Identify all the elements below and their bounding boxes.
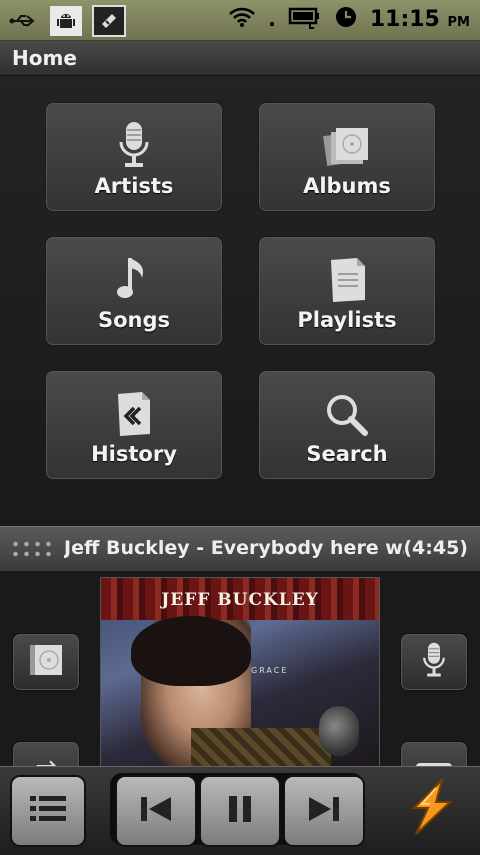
page-title: Home <box>12 46 77 70</box>
album-art-hair <box>131 616 251 686</box>
album-stack-icon <box>322 116 372 170</box>
tile-label: Albums <box>303 174 391 198</box>
repeat-icon: ⇄ <box>35 755 57 766</box>
music-note-icon <box>114 250 154 304</box>
drag-handle-icon[interactable] <box>10 539 54 559</box>
album-art-microphone <box>319 706 359 756</box>
next-icon <box>306 794 342 828</box>
history-rewind-icon <box>112 384 156 438</box>
now-playing-bar[interactable]: Jeff Buckley - Everybody here w... (4:45… <box>0 526 480 572</box>
album-art-album-text: GRACE <box>251 666 289 675</box>
album-art-artist-text: JEFF BUCKLEY <box>161 590 319 610</box>
home-grid: Artists Albums Songs Playlists History S… <box>0 76 480 526</box>
title-bar: Home <box>0 41 480 76</box>
album-icon <box>26 642 66 682</box>
artists-button[interactable]: Artists <box>45 102 223 212</box>
previous-icon <box>138 794 174 828</box>
pause-button[interactable] <box>199 775 281 847</box>
magnifier-icon <box>324 384 370 438</box>
playlist-button[interactable] <box>10 775 86 847</box>
winamp-logo-button[interactable] <box>400 776 464 841</box>
albums-button[interactable]: Albums <box>258 102 436 212</box>
next-button[interactable] <box>283 775 365 847</box>
previous-button[interactable] <box>115 775 197 847</box>
more-options-button[interactable] <box>400 741 468 766</box>
now-playing-duration: (4:45) <box>403 537 468 559</box>
player-area: ⇄ JEFF BUCKLEY GRACE <box>0 571 480 766</box>
tile-label: Playlists <box>297 308 397 332</box>
tile-label: History <box>91 442 177 466</box>
artist-view-button[interactable] <box>400 633 468 691</box>
playlists-button[interactable]: Playlists <box>258 236 436 346</box>
search-button[interactable]: Search <box>258 370 436 480</box>
app-notification-icon <box>92 5 126 37</box>
microphone-icon <box>114 116 154 170</box>
history-button[interactable]: History <box>45 370 223 480</box>
album-art: JEFF BUCKLEY GRACE <box>100 577 380 766</box>
repeat-button[interactable]: ⇄ <box>12 741 80 766</box>
battery-charging-icon <box>288 5 322 33</box>
pause-icon <box>225 794 255 828</box>
status-bar: . 11:15 PM <box>0 0 480 41</box>
album-view-button[interactable] <box>12 633 80 691</box>
tile-label: Search <box>306 442 388 466</box>
tile-label: Artists <box>94 174 174 198</box>
winamp-logo-icon <box>406 776 458 840</box>
songs-button[interactable]: Songs <box>45 236 223 346</box>
signal-dot-icon: . <box>268 7 276 31</box>
playlist-document-icon <box>325 250 369 304</box>
playback-controls <box>0 766 480 855</box>
list-icon <box>28 794 68 828</box>
clock-time: 11:15 PM <box>369 6 470 32</box>
tile-label: Songs <box>97 308 171 332</box>
now-playing-title: Jeff Buckley - Everybody here w... <box>64 537 404 559</box>
microphone-icon <box>419 640 449 684</box>
alarm-clock-icon <box>334 5 358 33</box>
android-debug-icon <box>50 6 82 36</box>
usb-icon <box>8 6 40 36</box>
album-art-shirt <box>191 728 331 766</box>
wifi-icon <box>228 6 256 32</box>
